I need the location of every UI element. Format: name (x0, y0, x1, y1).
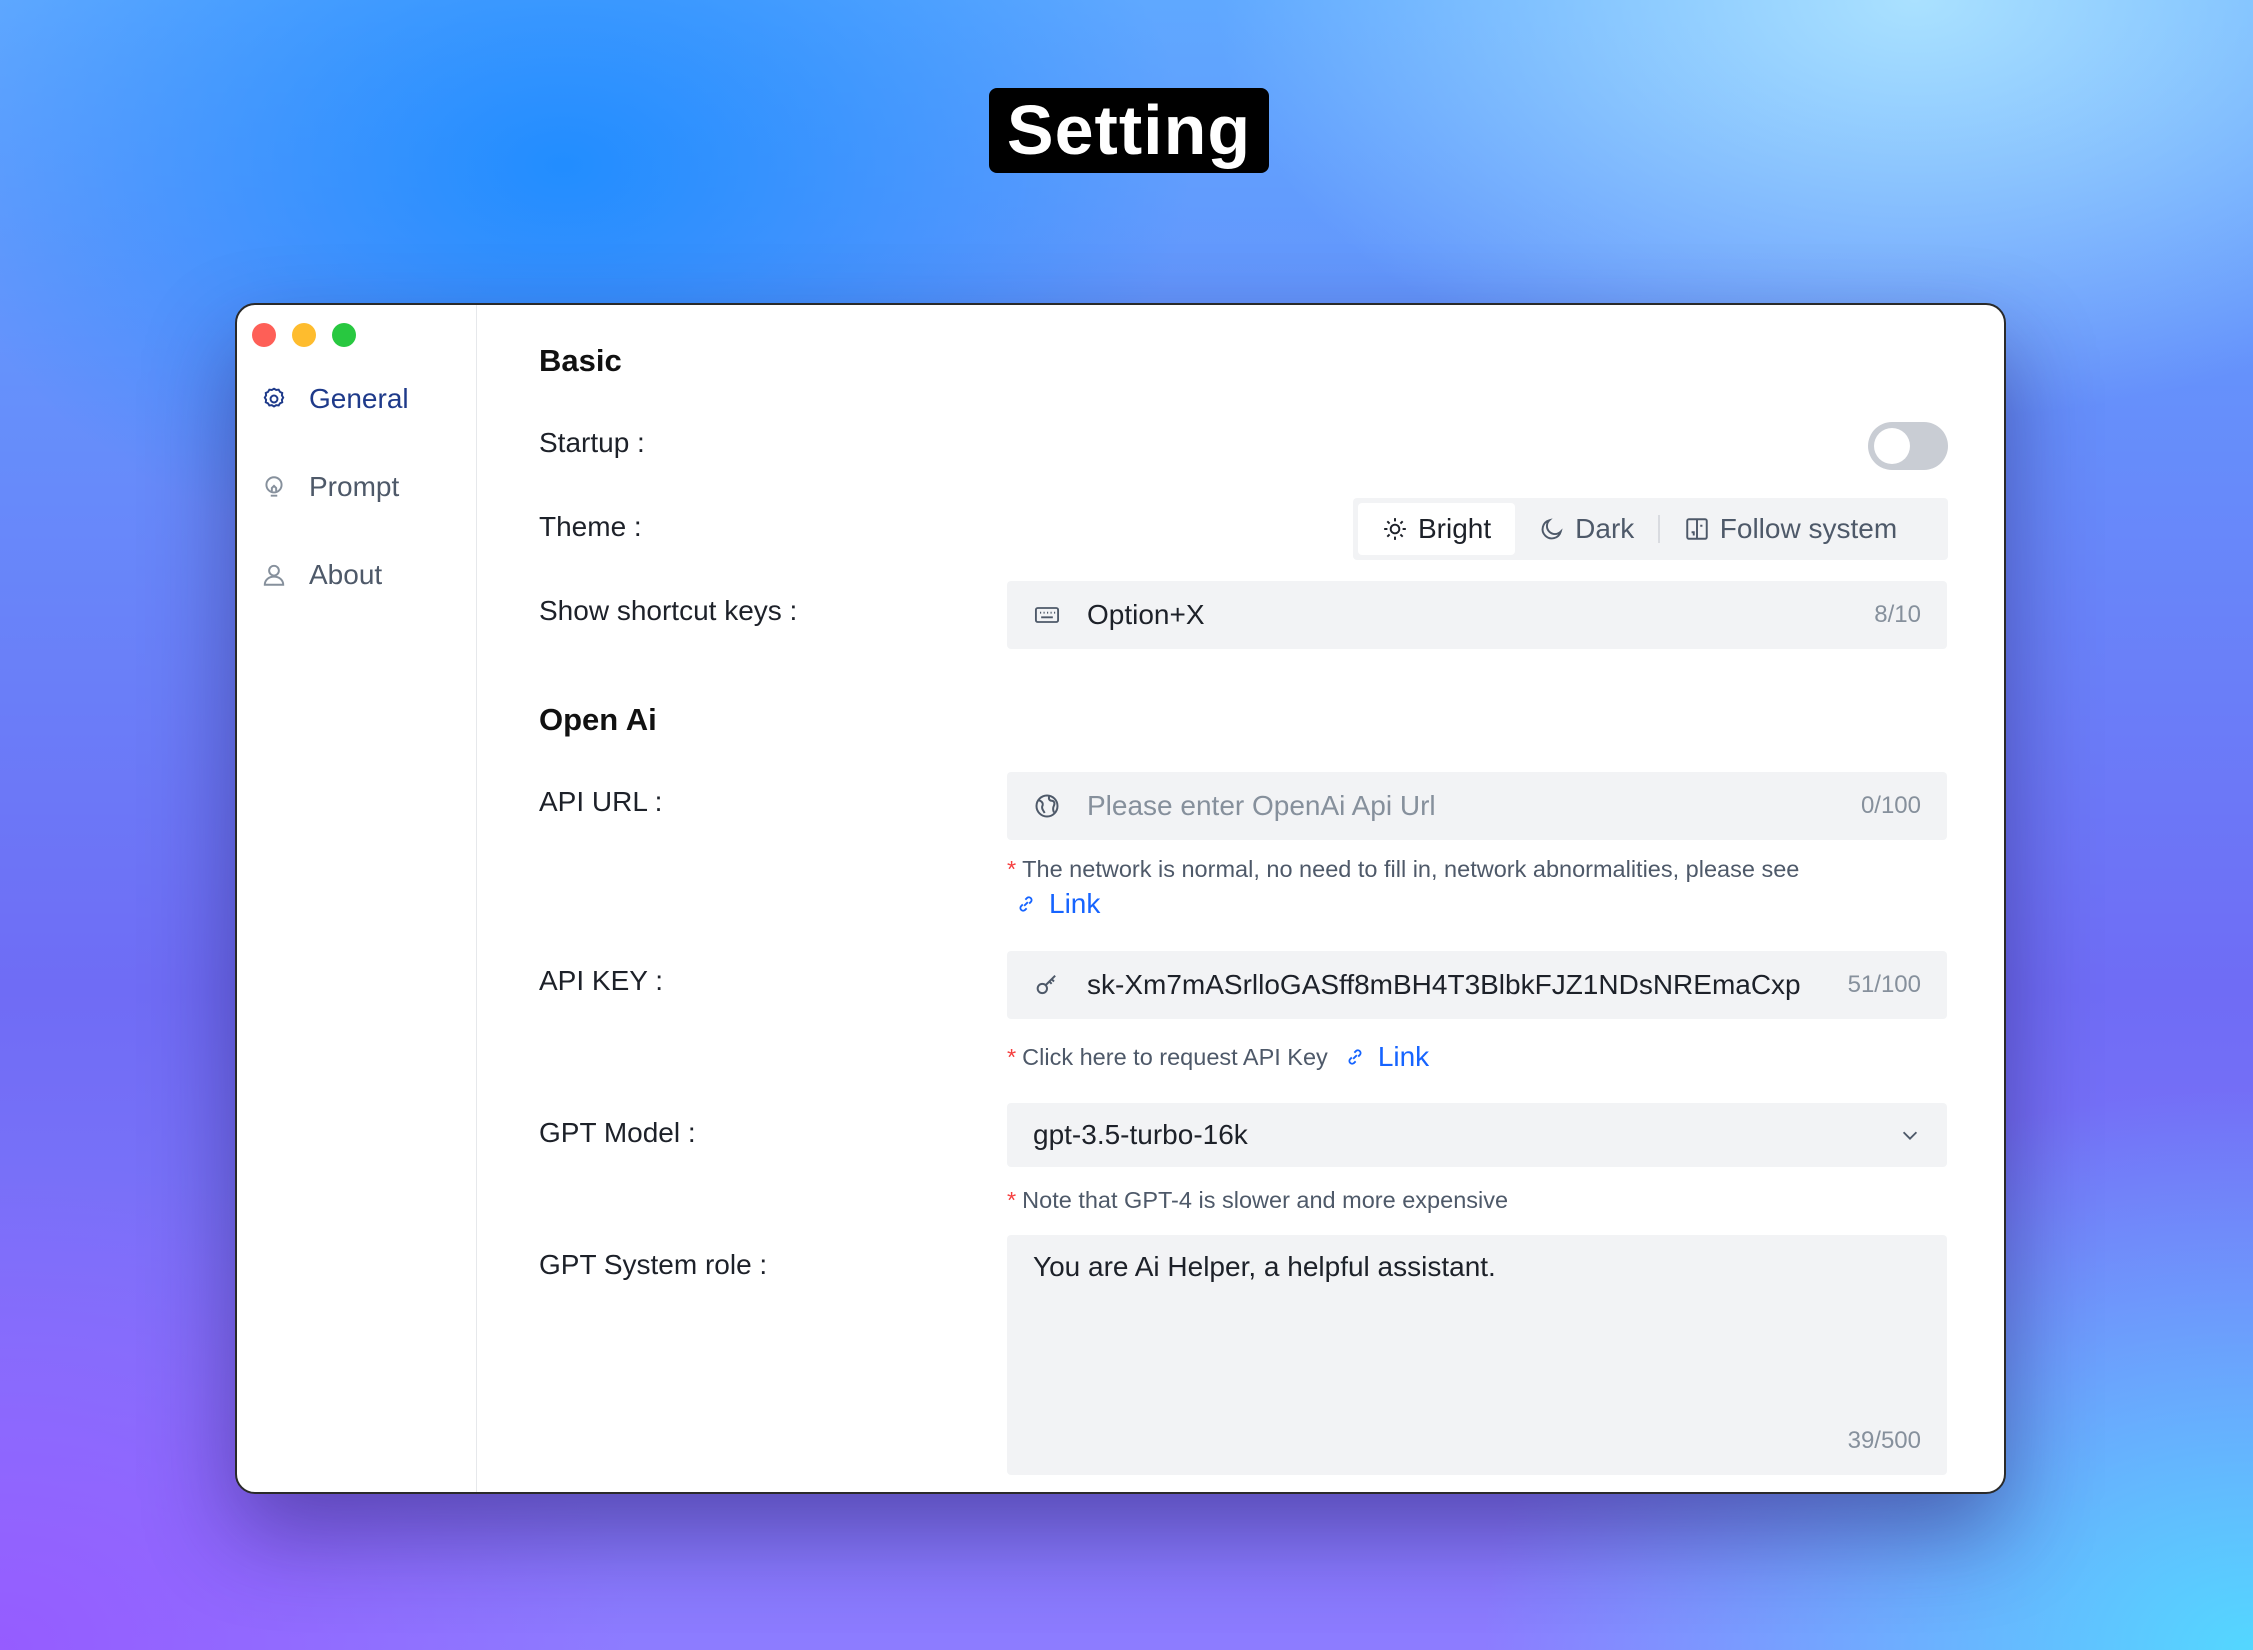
shortcut-input[interactable]: Option+X 8/10 (1007, 581, 1947, 649)
api-url-hint-text: The network is normal, no need to fill i… (1022, 856, 1800, 882)
shortcut-value: Option+X (1087, 599, 1205, 630)
link-icon (1015, 893, 1037, 915)
sidebar: General Prompt About (237, 305, 477, 1492)
sidebar-item-label: About (309, 559, 383, 590)
required-star: * (1007, 1187, 1017, 1213)
required-star: * (1007, 1043, 1017, 1070)
user-icon (259, 560, 289, 590)
keyboard-icon (1033, 601, 1061, 629)
shortcut-char-count: 8/10 (1874, 601, 1921, 628)
startup-toggle[interactable] (1868, 422, 1948, 470)
sidebar-item-label: General (309, 383, 409, 414)
section-title-basic: Basic (539, 343, 622, 378)
sidebar-item-prompt[interactable]: Prompt (259, 465, 409, 509)
system-icon (1684, 516, 1710, 542)
sidebar-nav: General Prompt About (259, 377, 409, 641)
api-key-label: API KEY : (539, 965, 663, 996)
api-url-help-link[interactable]: Link (1015, 888, 1100, 920)
gpt-model-label: GPT Model : (539, 1117, 696, 1148)
gpt-system-role-value: You are Ai Helper, a helpful assistant. (1033, 1251, 1496, 1282)
gpt-system-role-char-count: 39/500 (1847, 1427, 1921, 1454)
gpt-model-value: gpt-3.5-turbo-16k (1033, 1119, 1248, 1150)
chevron-down-icon (1899, 1124, 1921, 1146)
link-label: Link (1377, 1041, 1430, 1072)
startup-label: Startup : (539, 427, 645, 458)
gpt-model-select[interactable]: gpt-3.5-turbo-16k (1007, 1103, 1947, 1167)
api-url-input[interactable]: Please enter OpenAi Api Url 0/100 (1007, 772, 1947, 840)
api-url-char-count: 0/100 (1860, 792, 1921, 819)
api-key-request-link[interactable]: Link (1344, 1041, 1429, 1073)
required-star: * (1007, 856, 1017, 882)
theme-option-bright[interactable]: Bright (1358, 503, 1516, 555)
hero-title: Setting (989, 88, 1269, 173)
gear-icon (259, 384, 289, 414)
theme-option-label: Dark (1575, 513, 1635, 544)
theme-label: Theme : (539, 511, 642, 542)
api-url-placeholder: Please enter OpenAi Api Url (1087, 790, 1436, 821)
theme-option-label: Bright (1418, 513, 1492, 544)
api-key-input[interactable]: sk-Xm7mASrlloGASff8mBH4T3BlbkFJZ1NDsNREm… (1007, 951, 1947, 1019)
moon-icon (1539, 516, 1565, 542)
gpt-model-hint: * Note that GPT-4 is slower and more expe… (1007, 1187, 1508, 1214)
gpt-model-hint-text: Note that GPT-4 is slower and more expen… (1022, 1187, 1509, 1213)
api-key-value: sk-Xm7mASrlloGASff8mBH4T3BlbkFJZ1NDsNREm… (1087, 969, 1801, 1000)
bulb-icon (259, 472, 289, 502)
sidebar-item-about[interactable]: About (259, 553, 409, 597)
link-icon (1344, 1046, 1366, 1068)
api-key-char-count: 51/100 (1847, 971, 1921, 998)
sidebar-item-label: Prompt (309, 471, 400, 502)
toggle-knob (1874, 428, 1910, 464)
theme-option-dark[interactable]: Dark (1515, 503, 1658, 555)
globe-icon (1033, 792, 1061, 820)
key-icon (1033, 971, 1061, 999)
api-url-label: API URL : (539, 786, 663, 817)
link-label: Link (1049, 888, 1101, 919)
gpt-system-role-textarea[interactable]: You are Ai Helper, a helpful assistant. … (1007, 1235, 1947, 1475)
api-url-hint: * The network is normal, no need to fill … (1007, 856, 1799, 883)
api-key-hint-text: Click here to request API Key (1022, 1043, 1328, 1070)
gpt-system-role-label: GPT System role : (539, 1249, 768, 1280)
settings-window: General Prompt About Basic Startup : The… (235, 303, 2006, 1494)
theme-option-follow-system[interactable]: Follow system (1660, 503, 1921, 555)
section-title-open-ai: Open Ai (539, 702, 657, 737)
shortcut-label: Show shortcut keys : (539, 595, 798, 626)
theme-segmented-control: Bright Dark Follow system (1353, 498, 1948, 560)
api-key-hint: * Click here to request API Key Link (1007, 1041, 1429, 1073)
theme-option-label: Follow system (1719, 513, 1898, 544)
sidebar-item-general[interactable]: General (259, 377, 409, 421)
sun-icon (1382, 516, 1408, 542)
